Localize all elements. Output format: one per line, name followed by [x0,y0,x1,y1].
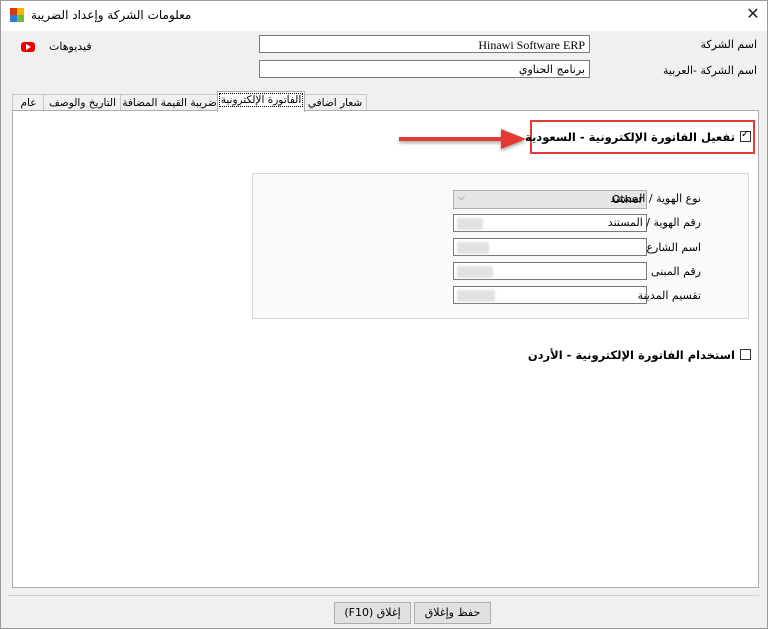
dialog-window: معلومات الشركة وإعداد الضريبة ✕ فيديوهات… [0,0,768,629]
redacted-value [457,290,495,302]
redacted-value [457,266,493,278]
id-type-label: نوع الهوية / المستند [610,192,701,205]
tab-vat[interactable]: ضريبة القيمة المضافة [120,94,219,111]
building-number-input[interactable] [453,262,647,280]
title-bar: معلومات الشركة وإعداد الضريبة ✕ [1,1,767,31]
company-arabic-name-input[interactable]: برنامج الحناوي [259,60,590,78]
youtube-icon [21,42,35,52]
saudi-einvoice-checkbox[interactable] [740,129,751,142]
company-name-input[interactable]: Hinawi Software ERP [259,35,590,53]
app-icon [10,8,24,22]
tab-general[interactable]: عام [12,94,45,111]
save-close-button[interactable]: حفظ وإغلاق [414,602,491,624]
company-arabic-name-label: اسم الشركة -العربية [662,64,757,77]
redacted-value [457,242,489,254]
jordan-einvoice-label: استخدام الفاتورة الإلكترونية - الأردن [527,348,735,362]
company-name-label: اسم الشركة [700,38,757,51]
street-label: اسم الشارع [646,241,701,254]
saudi-einvoice-label: تفعيل الفاتورة الإلكترونية - السعودية [525,130,735,144]
close-button[interactable]: إغلاق (F10) [334,602,411,624]
videos-link[interactable]: فيديوهات [21,40,92,56]
videos-label: فيديوهات [49,40,92,53]
window-title: معلومات الشركة وإعداد الضريبة [31,8,192,22]
chevron-down-icon: ⌵ [458,193,465,203]
red-arrow-icon [399,129,526,149]
tab-extra-logo[interactable]: شعار اضافي [303,94,367,111]
redacted-value [457,218,483,230]
id-number-label: رقم الهوية / المستند [607,216,701,229]
district-input[interactable] [453,286,647,304]
street-input[interactable] [453,238,647,256]
jordan-einvoice-checkbox[interactable] [740,349,751,360]
close-icon[interactable]: ✕ [739,1,767,29]
district-label: تقسيم المدينة [637,289,701,302]
tab-einvoice[interactable]: الفاتورة الإلكترونية [217,91,305,112]
building-number-label: رقم المبنى [651,265,701,278]
tab-history-description[interactable]: التاريخ والوصف [43,94,122,111]
